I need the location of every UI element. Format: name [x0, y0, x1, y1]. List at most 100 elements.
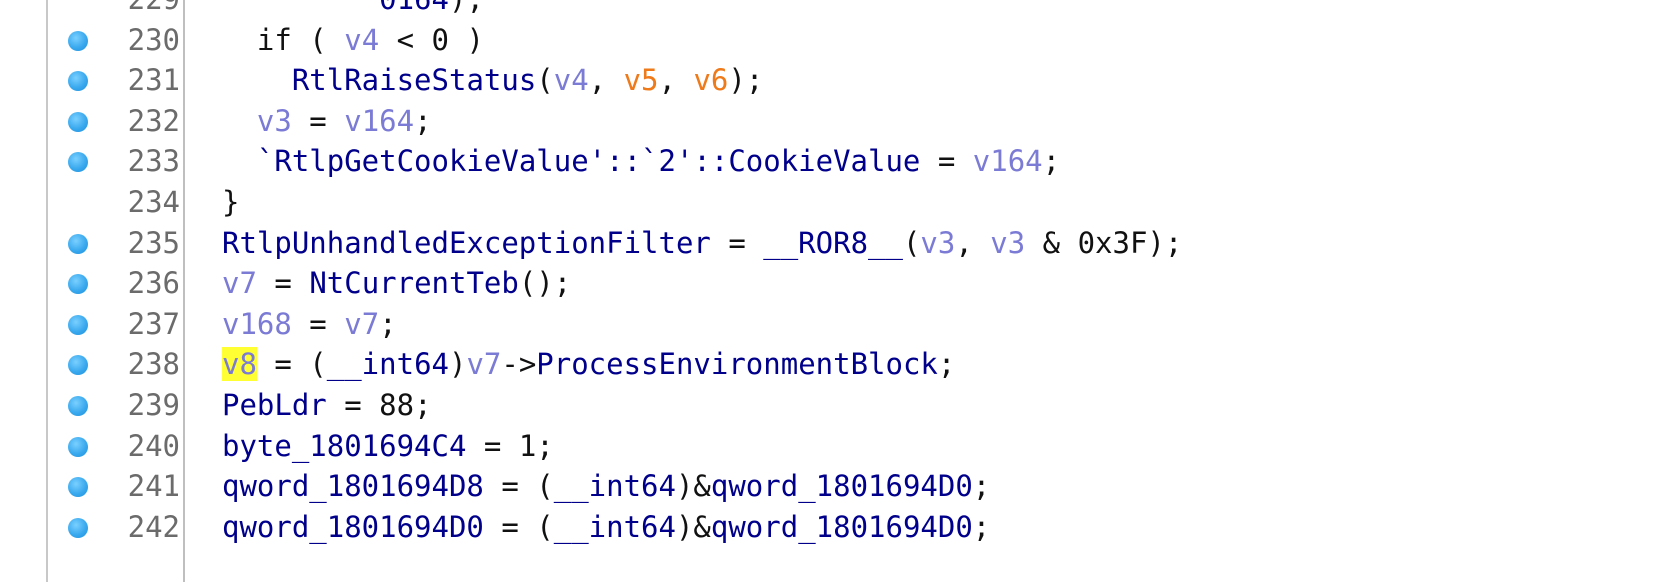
- breakpoint-dot-icon[interactable]: [68, 233, 88, 254]
- code-token[interactable]: ;: [973, 510, 990, 544]
- code-line[interactable]: 238 v8 = (__int64)v7->ProcessEnvironmentB…: [0, 344, 1654, 385]
- code-line[interactable]: 241 qword_1801694D8 = (__int64)&qword_180…: [0, 466, 1654, 507]
- code-text[interactable]: RtlpUnhandledExceptionFilter = __ROR8__(…: [222, 223, 1182, 264]
- code-token[interactable]: =: [257, 266, 309, 300]
- code-token[interactable]: =: [711, 226, 763, 260]
- code-token[interactable]: ;: [379, 307, 396, 341]
- code-token[interactable]: & 0x3F);: [1025, 226, 1183, 260]
- code-token[interactable]: = (: [257, 347, 326, 381]
- code-line[interactable]: 233 `RtlpGetCookieValue'::`2'::CookieVal…: [0, 141, 1654, 182]
- code-line[interactable]: 229 0164);: [0, 0, 1654, 20]
- code-token[interactable]: qword_1801694D0: [711, 469, 973, 503]
- code-line[interactable]: 231 RtlRaiseStatus(v4, v5, v6);: [0, 60, 1654, 101]
- code-text[interactable]: v168 = v7;: [222, 304, 397, 345]
- code-token[interactable]: `RtlpGetCookieValue'::`2'::CookieValue: [257, 144, 920, 178]
- code-text[interactable]: 0164);: [222, 0, 484, 20]
- code-text[interactable]: qword_1801694D8 = (__int64)&qword_180169…: [222, 466, 990, 507]
- code-token[interactable]: )&: [676, 469, 711, 503]
- code-token[interactable]: =: [292, 307, 344, 341]
- code-token[interactable]: ->: [501, 347, 536, 381]
- code-token[interactable]: ,: [955, 226, 990, 260]
- code-text[interactable]: if ( v4 < 0 ): [222, 20, 484, 61]
- code-text[interactable]: byte_1801694C4 = 1;: [222, 426, 554, 467]
- code-token[interactable]: v7: [466, 347, 501, 381]
- code-token[interactable]: (: [903, 226, 920, 260]
- code-token[interactable]: NtCurrentTeb: [309, 266, 519, 300]
- code-token[interactable]: 1: [519, 429, 536, 463]
- code-text[interactable]: v3 = v164;: [222, 101, 432, 142]
- breakpoint-dot-icon[interactable]: [68, 152, 88, 173]
- code-text[interactable]: v7 = NtCurrentTeb();: [222, 263, 571, 304]
- code-text[interactable]: `RtlpGetCookieValue'::`2'::CookieValue =…: [222, 141, 1060, 182]
- code-line[interactable]: 237 v168 = v7;: [0, 304, 1654, 345]
- code-line[interactable]: 242 qword_1801694D0 = (__int64)&qword_180…: [0, 507, 1654, 548]
- pseudocode-editor[interactable]: 229 0164);230 if ( v4 < 0 )231 RtlRaiseS…: [0, 0, 1654, 582]
- code-token[interactable]: ): [449, 347, 466, 381]
- code-token[interactable]: =: [466, 429, 518, 463]
- code-token[interactable]: ;: [414, 104, 431, 138]
- code-token[interactable]: 0: [432, 23, 449, 57]
- code-token[interactable]: ,: [589, 63, 624, 97]
- breakpoint-dot-icon[interactable]: [68, 517, 88, 538]
- code-token[interactable]: =: [292, 104, 344, 138]
- code-token[interactable]: ;: [973, 469, 990, 503]
- code-line[interactable]: 236 v7 = NtCurrentTeb();: [0, 263, 1654, 304]
- code-token[interactable]: ;: [536, 429, 553, 463]
- breakpoint-dot-icon[interactable]: [68, 314, 88, 335]
- code-token[interactable]: if: [257, 23, 292, 57]
- code-line[interactable]: 235 RtlpUnhandledExceptionFilter = __ROR8…: [0, 223, 1654, 264]
- highlighted-token[interactable]: v8: [222, 347, 257, 382]
- breakpoint-dot-icon[interactable]: [68, 111, 88, 132]
- breakpoint-dot-icon[interactable]: [68, 396, 88, 416]
- code-token[interactable]: v168: [222, 307, 292, 341]
- code-token[interactable]: ;: [1043, 144, 1060, 178]
- code-token[interactable]: v7: [222, 266, 257, 300]
- breakpoint-dot-icon[interactable]: [68, 477, 88, 498]
- code-text[interactable]: RtlRaiseStatus(v4, v5, v6);: [222, 60, 763, 101]
- code-token[interactable]: v5: [624, 63, 659, 97]
- code-token[interactable]: =: [327, 388, 379, 422]
- code-token[interactable]: v3: [920, 226, 955, 260]
- code-text[interactable]: }: [222, 182, 239, 223]
- code-token[interactable]: __ROR8__: [763, 226, 903, 260]
- code-token[interactable]: v3: [990, 226, 1025, 260]
- code-text[interactable]: v8 = (__int64)v7->ProcessEnvironmentBloc…: [222, 344, 955, 385]
- code-token[interactable]: ;: [938, 347, 955, 381]
- code-token[interactable]: PebLdr: [222, 388, 327, 422]
- breakpoint-dot-icon[interactable]: [68, 274, 88, 295]
- code-token[interactable]: __int64: [327, 347, 449, 381]
- code-token[interactable]: ): [449, 23, 483, 57]
- code-token[interactable]: RtlpUnhandledExceptionFilter: [222, 226, 711, 260]
- code-token[interactable]: byte_1801694C4: [222, 429, 466, 463]
- code-token[interactable]: =: [920, 144, 972, 178]
- breakpoint-dot-icon[interactable]: [68, 71, 88, 92]
- code-token[interactable]: v4: [344, 23, 379, 57]
- code-token[interactable]: );: [449, 0, 484, 16]
- code-token[interactable]: = (: [484, 469, 553, 503]
- code-token[interactable]: __int64: [554, 469, 676, 503]
- code-token[interactable]: 88: [379, 388, 414, 422]
- code-token[interactable]: __int64: [554, 510, 676, 544]
- code-line[interactable]: 240 byte_1801694C4 = 1;: [0, 426, 1654, 467]
- code-token[interactable]: qword_1801694D8: [222, 469, 484, 503]
- code-token[interactable]: v6: [693, 63, 728, 97]
- code-token[interactable]: qword_1801694D0: [222, 510, 484, 544]
- code-token[interactable]: (: [536, 63, 553, 97]
- code-token[interactable]: ;: [414, 388, 431, 422]
- code-token[interactable]: = (: [484, 510, 553, 544]
- code-token[interactable]: v164: [973, 144, 1043, 178]
- code-token[interactable]: );: [728, 63, 763, 97]
- code-token[interactable]: v3: [257, 104, 292, 138]
- code-token[interactable]: ,: [659, 63, 694, 97]
- code-line[interactable]: 239 PebLdr = 88;: [0, 385, 1654, 426]
- code-token[interactable]: 0164: [379, 0, 449, 16]
- code-token[interactable]: v4: [554, 63, 589, 97]
- code-token[interactable]: ();: [519, 266, 571, 300]
- code-token[interactable]: v7: [344, 307, 379, 341]
- breakpoint-dot-icon[interactable]: [68, 30, 88, 51]
- code-token[interactable]: (: [292, 23, 344, 57]
- code-token[interactable]: v164: [344, 104, 414, 138]
- code-text[interactable]: PebLdr = 88;: [222, 385, 432, 426]
- code-token[interactable]: ProcessEnvironmentBlock: [536, 347, 938, 381]
- code-text[interactable]: qword_1801694D0 = (__int64)&qword_180169…: [222, 507, 990, 548]
